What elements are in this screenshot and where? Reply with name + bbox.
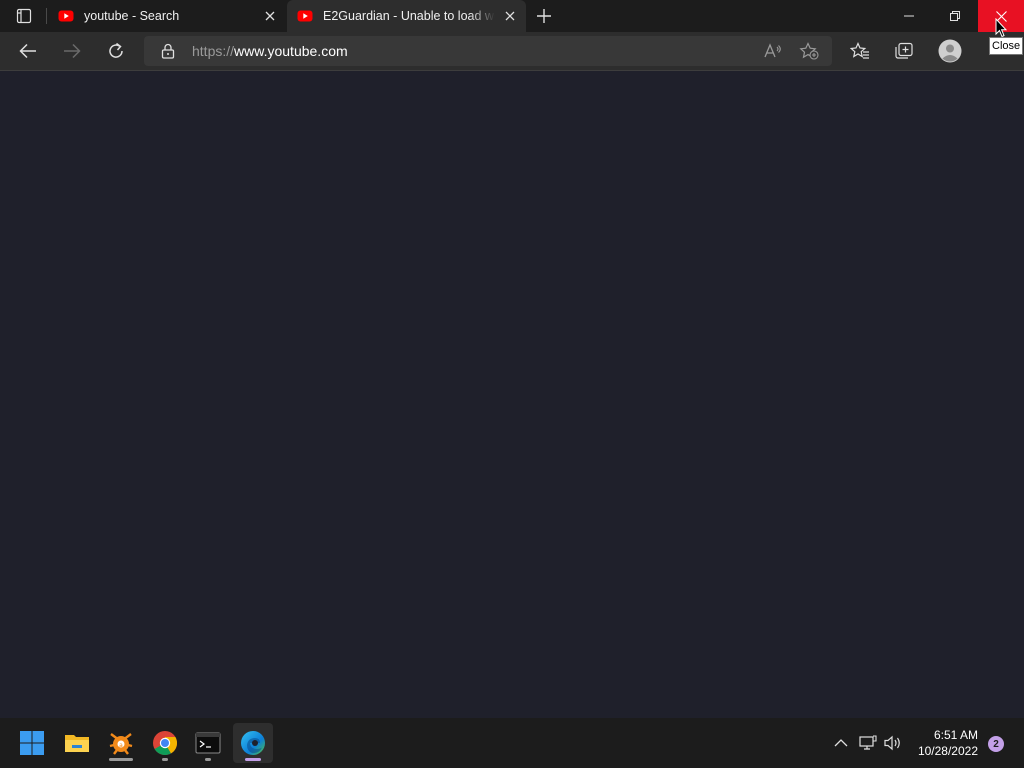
address-bar[interactable]: https://www.youtube.com [144, 36, 832, 66]
mouse-cursor-icon [995, 18, 1007, 38]
page-content [0, 71, 1024, 718]
youtube-icon [297, 10, 313, 22]
refresh-button[interactable] [101, 37, 131, 65]
profile-icon [938, 39, 962, 63]
profile-button[interactable] [935, 37, 965, 65]
edge-icon [241, 731, 265, 755]
tab-title: youtube - Search [84, 9, 180, 23]
minimize-button[interactable] [886, 0, 932, 32]
favorites-button[interactable] [845, 37, 875, 65]
volume-button[interactable] [883, 733, 903, 753]
tab-strip: youtube - Search E2Guardian - Unable to … [0, 0, 1024, 32]
back-icon [19, 43, 36, 59]
running-indicator [205, 758, 211, 761]
taskbar: a 6:51 AM 10/28/2022 [0, 718, 1024, 768]
close-tooltip: Close [989, 37, 1024, 55]
chevron-up-icon [834, 739, 848, 747]
tab-e2guardian[interactable]: E2Guardian - Unable to load web [287, 0, 526, 32]
file-explorer-icon [65, 735, 89, 752]
start-icon [20, 731, 44, 755]
tab-close-icon[interactable] [502, 8, 518, 24]
url-scheme: https:// [192, 43, 235, 59]
taskbar-file-explorer[interactable] [57, 723, 97, 763]
running-indicator [162, 758, 168, 761]
browser-toolbar: https://www.youtube.com [0, 32, 1024, 71]
url-text[interactable]: https://www.youtube.com [192, 36, 348, 66]
lock-icon[interactable] [161, 43, 175, 64]
youtube-icon [58, 10, 74, 22]
tab-close-icon[interactable] [262, 8, 278, 24]
refresh-icon [109, 42, 123, 58]
collections-button[interactable] [889, 37, 919, 65]
taskbar-edge[interactable] [233, 723, 273, 763]
tab-separator [46, 8, 47, 24]
show-hidden-icons-button[interactable] [831, 733, 851, 753]
back-button[interactable] [13, 37, 43, 65]
avast-icon: a [109, 733, 133, 755]
clock-time: 6:51 AM [933, 728, 978, 742]
network-icon [859, 735, 877, 750]
terminal-icon [195, 732, 221, 754]
forward-button[interactable] [57, 37, 87, 65]
forward-icon [64, 43, 81, 59]
add-favorite-icon[interactable] [799, 42, 819, 60]
new-tab-button[interactable] [533, 5, 555, 27]
taskbar-avast[interactable]: a [101, 723, 141, 763]
running-indicator [109, 758, 133, 761]
start-button[interactable] [12, 723, 52, 763]
restore-button[interactable] [932, 0, 978, 32]
chrome-icon [153, 731, 178, 756]
active-indicator [245, 758, 261, 761]
tab-youtube-search[interactable]: youtube - Search [48, 0, 286, 32]
minimize-icon [904, 15, 914, 17]
volume-icon [884, 735, 900, 751]
collections-icon [895, 42, 913, 59]
svg-text:a: a [119, 742, 123, 749]
notification-badge[interactable]: 2 [988, 736, 1004, 752]
tab-actions-icon[interactable] [10, 6, 38, 26]
system-clock[interactable]: 6:51 AM 10/28/2022 [906, 727, 978, 759]
network-button[interactable] [858, 733, 878, 753]
url-host: www.youtube.com [234, 43, 348, 59]
clock-date: 10/28/2022 [917, 744, 978, 758]
tab-title: E2Guardian - Unable to load web [323, 9, 495, 23]
taskbar-chrome[interactable] [145, 723, 185, 763]
plus-icon [537, 9, 551, 23]
taskbar-terminal[interactable] [188, 723, 228, 763]
read-aloud-icon[interactable] [763, 42, 783, 60]
restore-icon [950, 11, 960, 21]
favorites-icon [850, 42, 869, 59]
